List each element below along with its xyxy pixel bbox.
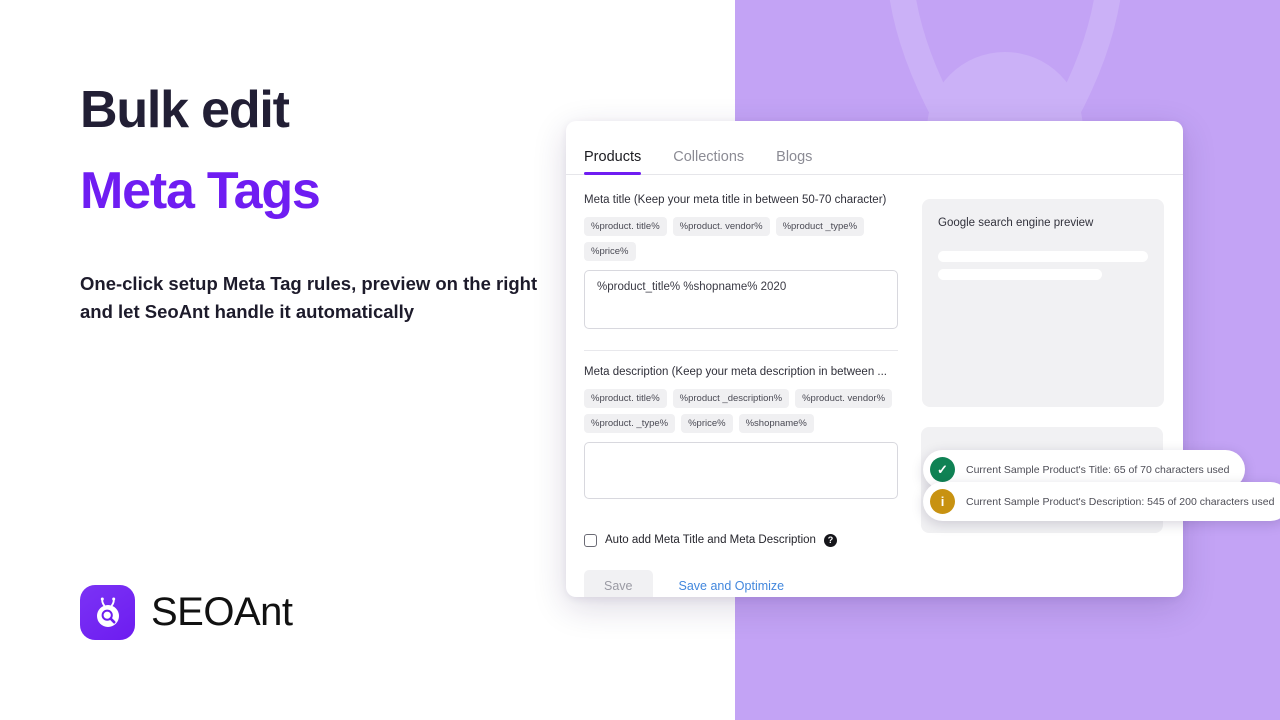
google-preview-title: Google search engine preview [938,217,1094,229]
hero-subtitle: One-click setup Meta Tag rules, preview … [80,273,538,323]
token-desc-product-title[interactable]: %product. title% [584,388,667,408]
google-search-preview-card: Google search engine preview [922,199,1164,407]
auto-add-label: Auto add Meta Title and Meta Description [605,534,816,547]
tab-bar: Products Collections Blogs [566,121,1183,175]
hero-copy: Bulk edit Meta Tags One-click setup Meta… [80,81,600,326]
save-and-optimize-link[interactable]: Save and Optimize [679,579,785,593]
meta-title-label: Meta title (Keep your meta title in betw… [584,194,887,206]
meta-description-input[interactable] [584,441,898,499]
token-desc-product-vendor[interactable]: %product. vendor% [795,388,893,408]
toast-title-text: Current Sample Product's Title: 65 of 70… [966,463,1230,476]
preview-skeleton-line-2 [938,269,1102,280]
meta-title-token-row: %product. title% %product. vendor% %prod… [584,216,898,261]
promo-screenshot: Bulk edit Meta Tags One-click setup Meta… [0,0,1280,720]
tab-collections[interactable]: Collections [673,149,744,174]
token-desc-price[interactable]: %price% [681,413,733,433]
section-divider [584,349,898,351]
card-body: Meta title (Keep your meta title in betw… [566,175,1183,597]
brand-logo: SEOAnt [80,585,293,640]
meta-form-column: Meta title (Keep your meta title in betw… [584,193,898,597]
hero-title-line-1: Bulk edit [80,81,290,139]
action-row: Save Save and Optimize [584,569,898,597]
tab-blogs[interactable]: Blogs [776,149,812,174]
seoant-ant-magnifier-icon [80,585,135,640]
token-price[interactable]: %price% [584,241,636,261]
brand-name: SEOAnt [151,590,293,634]
auto-add-row: Auto add Meta Title and Meta Description… [584,533,898,547]
token-desc-product-description[interactable]: %product _description% [672,388,790,408]
info-circle-icon: i [930,489,955,514]
token-desc-product-type[interactable]: %product. _type% [584,413,676,433]
meta-title-input[interactable] [584,269,898,329]
token-product-title[interactable]: %product. title% [584,216,667,236]
check-circle-icon: ✓ [930,457,955,482]
meta-description-token-row: %product. title% %product _description% … [584,388,898,433]
token-product-vendor[interactable]: %product. vendor% [672,216,770,236]
toast-description-count: i Current Sample Product's Description: … [923,482,1280,521]
auto-add-checkbox[interactable] [584,533,597,547]
meta-description-label: Meta description (Keep your meta descrip… [584,365,887,378]
token-desc-shopname[interactable]: %shopname% [738,413,814,433]
save-button[interactable]: Save [584,569,653,597]
preview-column: Google search engine preview [922,193,1164,597]
toast-description-text: Current Sample Product's Description: 54… [966,495,1275,508]
tab-products[interactable]: Products [584,149,642,175]
hero-title-line-2: Meta Tags [80,162,321,221]
preview-skeleton-line-1 [938,251,1148,262]
help-icon[interactable]: ? [823,533,837,547]
token-product-type[interactable]: %product _type% [775,216,865,236]
